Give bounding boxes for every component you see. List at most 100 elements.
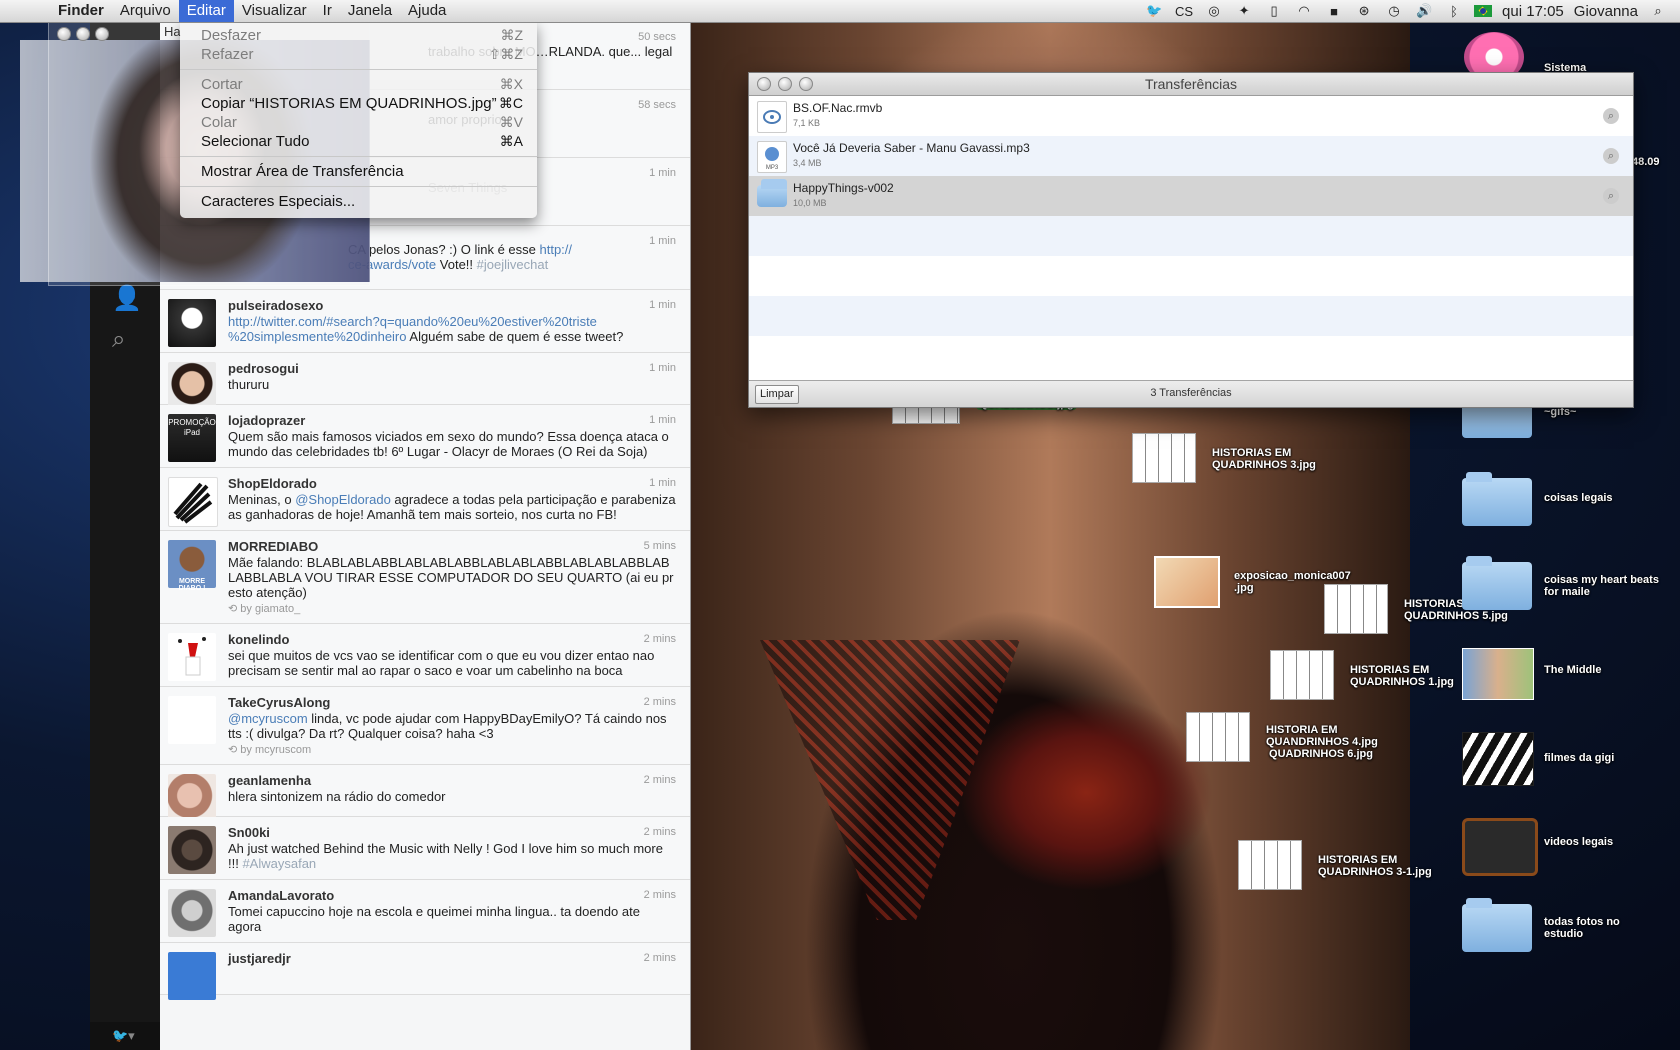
profile-icon[interactable]: 👤	[112, 284, 142, 313]
clock[interactable]: qui 17:05	[1502, 3, 1564, 20]
avatar[interactable]	[168, 362, 216, 410]
volume-icon[interactable]: 🔊	[1414, 3, 1434, 19]
avatar[interactable]	[168, 299, 216, 347]
avatar[interactable]: PROMOÇÃO iPad	[168, 414, 216, 462]
timemachine-icon[interactable]: ◷	[1384, 3, 1404, 19]
desktop-file-exposicao-monica[interactable]: exposicao_monica007 .jpg	[1154, 556, 1351, 608]
desktop-file-quadrinhos-3[interactable]: HISTORIAS EM QUADRINHOS 3.jpg	[1132, 433, 1316, 483]
tweet-username[interactable]: konelindo	[228, 632, 676, 647]
flag-icon[interactable]	[1474, 5, 1493, 17]
tweet-username[interactable]: TakeCyrusAlong	[228, 695, 676, 710]
compose-icon[interactable]: 🐦▾	[90, 1022, 160, 1050]
tweet[interactable]: PROMOÇÃO iPad lojadoprazer 1 min Quem sã…	[160, 405, 690, 468]
user-name[interactable]: Giovanna	[1574, 3, 1638, 20]
transfers-window[interactable]: Transferências BS.OF.Nac.rmvb 7,1 KB ⌕ M…	[748, 72, 1634, 408]
minimize-button[interactable]	[778, 77, 792, 91]
tweet-username[interactable]: justjaredjr	[228, 951, 676, 966]
transfer-row[interactable]: MP3 Você Já Deveria Saber - Manu Gavassi…	[749, 136, 1633, 176]
tweet-username[interactable]: lojadoprazer	[228, 413, 676, 428]
tweet[interactable]: AmandaLavorato 2 mins Tomei capuccino ho…	[160, 880, 690, 943]
menu-arquivo[interactable]: Arquivo	[112, 0, 179, 22]
menu-finder[interactable]: Finder	[50, 0, 112, 22]
battery-icon[interactable]: ▯	[1264, 3, 1284, 19]
tweet[interactable]: pedrosogui 1 min thururu	[160, 353, 690, 410]
tweet-hashtag[interactable]: #Alwaysafan	[242, 856, 316, 871]
accessibility-icon[interactable]: ⊛	[1354, 3, 1374, 19]
twitter-icon[interactable]: 🐦	[1144, 3, 1164, 19]
tweet-mention[interactable]: @mcyruscom	[228, 711, 308, 726]
close-button[interactable]	[757, 77, 771, 91]
menu-item-caracteres-especiais[interactable]: Caracteres Especiais...	[180, 192, 537, 211]
avatar[interactable]	[168, 952, 216, 1000]
zoom-button[interactable]	[95, 27, 109, 41]
wifi-icon[interactable]: ◠	[1294, 3, 1314, 19]
avatar[interactable]	[168, 477, 218, 527]
evernote-icon[interactable]: ■	[1324, 3, 1344, 19]
menu-visualizar[interactable]: Visualizar	[234, 0, 315, 22]
tweet-username[interactable]: pulseiradosexo	[228, 298, 676, 313]
tweet-username[interactable]: pedrosogui	[228, 361, 676, 376]
desktop-folder-coisas-heart[interactable]: coisas my heart beats for maile	[1462, 556, 1659, 610]
tweet-username[interactable]: ShopEldorado	[228, 476, 676, 491]
desktop-file-quadrinhos-3-1[interactable]: HISTORIAS EM QUADRINHOS 3-1.jpg	[1238, 840, 1432, 890]
desktop-file-quadrinhos-4[interactable]: HISTORIA EM QUANDRINHOS 4.jpg QUADRINHOS…	[1186, 712, 1378, 762]
tweet[interactable]: Sn00ki 2 mins Ah just watched Behind the…	[160, 817, 690, 880]
desktop-folder-todas-fotos[interactable]: todas fotos no estudio	[1462, 898, 1620, 952]
tweet-username[interactable]: Sn00ki	[228, 825, 676, 840]
tweet[interactable]: ShopEldorado 1 min Meninas, o @ShopEldor…	[160, 468, 690, 531]
reveal-magnifier-icon[interactable]: ⌕	[1603, 188, 1619, 204]
cs-icon[interactable]: CS	[1174, 3, 1194, 19]
file-label: HISTORIAS EM QUADRINHOS 3-1.jpg	[1318, 854, 1432, 878]
desktop-file-quadrinhos-5[interactable]: HISTORIAS EM QUADRINHOS 5.jpg	[1324, 584, 1508, 634]
tweet-username[interactable]: geanlamenha	[228, 773, 676, 788]
avatar[interactable]	[168, 696, 216, 744]
avatar[interactable]: MORRE DIABO !	[168, 540, 216, 592]
bluetooth-icon[interactable]: ᛒ	[1444, 3, 1464, 19]
tweet[interactable]: konelindo 2 mins sei que muitos de vcs v…	[160, 624, 690, 687]
menu-item-desfazer[interactable]: Desfazer ⌘Z	[180, 26, 537, 45]
retweet-by[interactable]: by mcyruscom	[240, 744, 311, 756]
menu-item-area-transferencia[interactable]: Mostrar Área de Transferência	[180, 162, 537, 181]
tweet[interactable]: TakeCyrusAlong 2 mins @mcyruscom linda, …	[160, 687, 690, 765]
close-button[interactable]	[57, 27, 71, 41]
retweet-by[interactable]: by giamato_	[240, 603, 300, 615]
menu-item-refazer[interactable]: Refazer ⇧⌘Z	[180, 45, 537, 64]
tweet[interactable]: justjaredjr 2 mins	[160, 943, 690, 1000]
avatar[interactable]	[168, 826, 216, 874]
minimize-button[interactable]	[76, 27, 90, 41]
desktop-item-the-middle[interactable]: The Middle	[1462, 648, 1601, 700]
tweet-hashtag[interactable]: #joejlivechat	[477, 257, 549, 272]
reveal-magnifier-icon[interactable]: ⌕	[1603, 108, 1619, 124]
tweet[interactable]: geanlamenha 2 mins hlera sintonizem na r…	[160, 765, 690, 822]
tweet-link[interactable]: http://	[539, 242, 572, 257]
avatar[interactable]	[168, 774, 216, 822]
desktop-item-filmes-gigi[interactable]: filmes da gigi	[1462, 732, 1614, 786]
menu-item-colar[interactable]: Colar ⌘V	[180, 113, 537, 132]
zoom-button[interactable]	[799, 77, 813, 91]
menu-ir[interactable]: Ir	[315, 0, 340, 22]
tweet[interactable]: pulseiradosexo 1 min http://twitter.com/…	[160, 290, 690, 353]
growl-icon[interactable]: ✦	[1234, 3, 1254, 19]
transfer-row[interactable]: BS.OF.Nac.rmvb 7,1 KB ⌕	[749, 96, 1633, 136]
skype-icon[interactable]: ◎	[1204, 3, 1224, 19]
desktop-folder-coisas-legais[interactable]: coisas legais	[1462, 472, 1613, 526]
desktop-item-videos-legais[interactable]: videos legais	[1462, 818, 1613, 876]
menu-editar[interactable]: Editar	[178, 0, 234, 22]
desktop-file-quadrinhos-1[interactable]: HISTORIAS EM QUADRINHOS 1.jpg	[1270, 650, 1454, 700]
search-icon[interactable]: ⌕	[112, 326, 125, 354]
tweet-mention[interactable]: @ShopEldorado	[295, 492, 391, 507]
menu-ajuda[interactable]: Ajuda	[400, 0, 454, 22]
transfers-titlebar[interactable]: Transferências	[749, 73, 1633, 96]
reveal-magnifier-icon[interactable]: ⌕	[1603, 148, 1619, 164]
avatar[interactable]	[168, 633, 216, 681]
menu-item-cortar[interactable]: Cortar ⌘X	[180, 75, 537, 94]
tweet[interactable]: MORRE DIABO ! MORREDIABO 5 mins Mãe fala…	[160, 531, 690, 624]
tweet-username[interactable]: MORREDIABO	[228, 539, 676, 554]
transfer-row[interactable]: HappyThings-v002 10,0 MB ⌕	[749, 176, 1633, 216]
menu-item-copiar[interactable]: Copiar “HISTORIAS EM QUADRINHOS.jpg” ⌘C	[180, 94, 537, 113]
avatar[interactable]	[168, 889, 216, 937]
menu-item-selecionar-tudo[interactable]: Selecionar Tudo ⌘A	[180, 132, 537, 151]
menu-janela[interactable]: Janela	[340, 0, 400, 22]
tweet-username[interactable]: AmandaLavorato	[228, 888, 676, 903]
spotlight-icon[interactable]: ⌕	[1648, 3, 1668, 19]
